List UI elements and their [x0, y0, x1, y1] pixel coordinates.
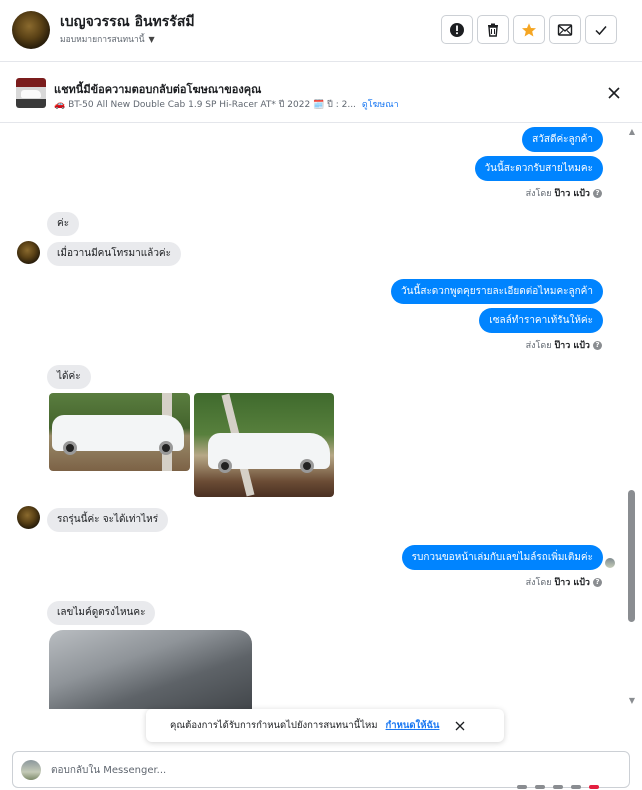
- scrollbar-thumb[interactable]: [628, 490, 635, 622]
- contact-avatar-small: [17, 506, 40, 529]
- assign-dropdown[interactable]: มอบหมายการสนทนานี้ ▼: [60, 32, 155, 46]
- ad-thumbnail[interactable]: [16, 78, 46, 108]
- scroll-up-arrow[interactable]: ▲: [627, 127, 637, 137]
- heart-icon[interactable]: [589, 785, 599, 789]
- assign-to-me-link[interactable]: กำหนดให้ฉัน: [386, 718, 440, 733]
- close-icon[interactable]: [455, 721, 465, 731]
- attachment-icon[interactable]: [535, 785, 545, 789]
- exclamation-circle-icon: [450, 22, 464, 37]
- outgoing-message: วันนี้สะดวกพูดคุยรายละเอียดต่อไหมคะลูกค้…: [391, 279, 603, 304]
- ad-description: 🚗 BT-50 All New Double Cab 1.9 SP Hi-Rac…: [54, 100, 356, 110]
- reply-composer: [12, 751, 630, 789]
- help-icon[interactable]: ?: [593, 188, 602, 198]
- ad-banner-subtitle: 🚗 BT-50 All New Double Cab 1.9 SP Hi-Rac…: [54, 97, 399, 111]
- outgoing-message: รบกวนขอหน้าเล่มกับเลขไมล์รถเพิ่มเติมค่ะ: [401, 545, 603, 570]
- reply-input[interactable]: [51, 761, 451, 779]
- checkmark-icon: [595, 25, 607, 35]
- incoming-message: ค่ะ: [47, 212, 80, 236]
- envelope-icon: [557, 23, 573, 36]
- ad-reply-banner: แชทนี้มีข้อความตอบกลับต่อโฆษณาของคุณ 🚗 B…: [0, 63, 642, 123]
- outgoing-message: สวัสดีค่ะลูกค้า: [522, 127, 603, 152]
- scroll-down-arrow[interactable]: ▼: [627, 696, 637, 706]
- contact-avatar[interactable]: [12, 11, 50, 49]
- mark-unread-button[interactable]: [549, 15, 581, 44]
- incoming-message: เลขไมค์ดูตรงไหนคะ: [47, 601, 156, 625]
- outgoing-message: เซลล์ทำราคาเท้รันให้ค่ะ: [479, 308, 603, 333]
- page-avatar: [21, 760, 41, 780]
- seen-indicator: [605, 558, 615, 568]
- sent-by-label: ส่งโดย ป๊าว แป้ว?: [526, 575, 602, 589]
- view-ad-link[interactable]: ดูโฆษณา: [362, 100, 399, 110]
- contact-name[interactable]: เบญจวรรณ อินทรรัสมี: [60, 11, 195, 33]
- incoming-message: ได้ค่ะ: [47, 365, 91, 389]
- trash-icon: [488, 23, 498, 37]
- incoming-message: รถรุ่นนี้ค่ะ จะได้เท่าไหร่: [47, 508, 169, 532]
- outgoing-message: วันนี้สะดวกรับสายไหมคะ: [474, 156, 603, 181]
- close-icon[interactable]: [606, 85, 622, 101]
- help-icon[interactable]: ?: [593, 577, 602, 587]
- contact-avatar-small: [17, 241, 40, 264]
- sent-by-label: ส่งโดย ป๊าว แป้ว?: [526, 338, 602, 352]
- star-icon: [522, 22, 536, 36]
- message-thread[interactable]: สวัสดีค่ะลูกค้า วันนี้สะดวกรับสายไหมคะ ส…: [0, 124, 642, 709]
- sent-by-label: ส่งโดย ป๊าว แป้ว?: [526, 186, 602, 200]
- dashboard-photo[interactable]: [49, 630, 252, 709]
- done-button[interactable]: [585, 15, 617, 44]
- assign-prompt-text: คุณต้องการได้รับการกำหนดไปยังการสนทนานี้…: [170, 720, 378, 731]
- car-photo[interactable]: [194, 393, 334, 497]
- ad-banner-title: แชทนี้มีข้อความตอบกลับต่อโฆษณาของคุณ: [54, 83, 262, 96]
- car-photo[interactable]: [49, 393, 190, 471]
- assign-label: มอบหมายการสนทนานี้: [60, 35, 145, 45]
- incoming-message: เมื่อวานมีคนโทรมาแล้วค่ะ: [47, 242, 181, 266]
- composer-toolbar: [517, 785, 599, 789]
- conversation-header: เบญจวรรณ อินทรรัสมี มอบหมายการสนทนานี้ ▼: [0, 0, 642, 62]
- caret-down-icon: ▼: [148, 34, 155, 44]
- saved-reply-icon[interactable]: [553, 785, 563, 789]
- emoji-icon[interactable]: [517, 785, 527, 789]
- help-icon[interactable]: ?: [593, 340, 602, 350]
- report-button[interactable]: [441, 15, 473, 44]
- assign-prompt-toast: คุณต้องการได้รับการกำหนดไปยังการสนทนานี้…: [146, 709, 504, 742]
- image-icon[interactable]: [571, 785, 581, 789]
- star-button[interactable]: [513, 15, 545, 44]
- delete-button[interactable]: [477, 15, 509, 44]
